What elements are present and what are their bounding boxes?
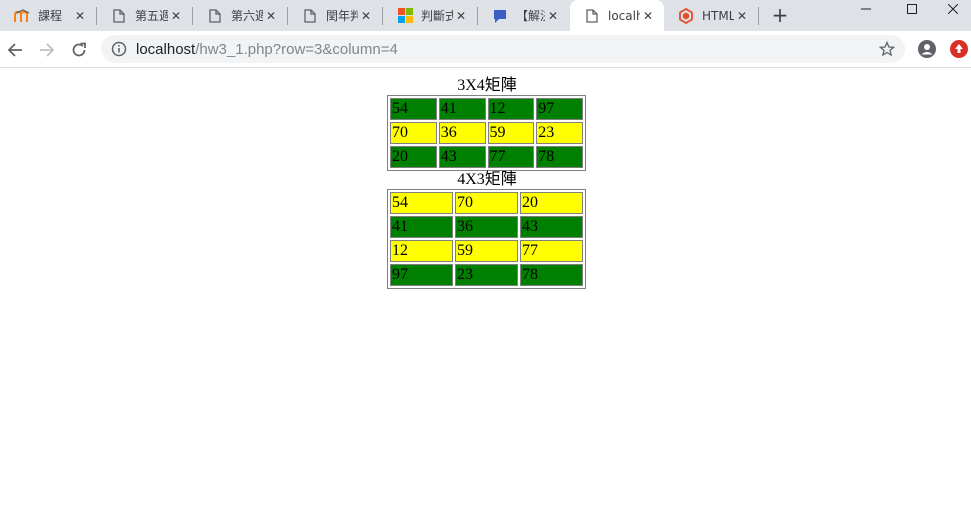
table-row: 54 41 12 97 [390,98,583,120]
tab-4[interactable]: 判斷式 ✕ [383,0,477,31]
close-icon[interactable]: ✕ [545,8,561,24]
maximize-icon[interactable] [889,0,935,18]
matrix-table: 54 70 20 41 36 43 12 59 77 97 23 78 [387,189,586,289]
matrix-cell: 59 [455,240,518,262]
table-row: 41 36 43 [390,216,583,238]
new-tab-button[interactable]: + [768,3,792,27]
matrix-cell: 43 [520,216,583,238]
table-row: 54 70 20 [390,192,583,214]
close-icon[interactable]: ✕ [358,8,374,24]
bookmark-star-icon[interactable] [879,41,895,57]
matrix-cell: 23 [536,122,583,144]
page-icon [207,8,223,24]
tab-7[interactable]: HTML ✕ [664,0,758,31]
matrix-caption: 3X4矩陣 [457,77,517,94]
matrix-cell: 41 [390,216,453,238]
page-icon [584,8,600,24]
profile-avatar-icon[interactable] [917,39,937,59]
matrix-cell: 12 [390,240,453,262]
address-bar[interactable]: localhost/hw3_1.php?row=3&column=4 [101,35,905,63]
browser-toolbar: localhost/hw3_1.php?row=3&column=4 [0,31,971,68]
tab-6-active[interactable]: localh ✕ [570,0,664,31]
url-path: /hw3_1.php?row=3&column=4 [195,40,398,58]
tab-title: 課程 [38,9,63,23]
page-icon [111,8,127,24]
page-icon [302,8,318,24]
tab-title: 閏年判 [326,9,358,23]
matrix-cell: 12 [487,98,535,120]
matrix-cell: 36 [438,122,486,144]
table-row: 70 36 59 23 [390,122,583,144]
extension-update-icon[interactable] [949,39,969,59]
tab-title: 第五週 [135,9,168,23]
matrix-caption: 4X3矩陣 [457,171,517,188]
close-icon[interactable]: ✕ [640,8,656,24]
tab-title: 判斷式 [421,9,453,23]
close-icon[interactable]: ✕ [734,8,750,24]
close-icon[interactable]: ✕ [263,8,279,24]
matrix-cell: 43 [438,146,486,168]
matrix-cell: 78 [520,264,583,286]
matrix-cell: 78 [536,146,583,168]
tab-2[interactable]: 第六週 ✕ [193,0,287,31]
table-row: 12 59 77 [390,240,583,262]
tab-title: HTML [702,8,734,23]
matrix-cell: 54 [390,192,453,214]
tab-title: 【解決 [516,9,545,23]
window-close-icon[interactable] [935,0,971,18]
matrix-table: 54 41 12 97 70 36 59 23 20 43 77 78 [387,95,586,171]
tab-1[interactable]: 第五週 ✕ [97,0,192,31]
chat-bubble-icon [492,8,508,24]
matrix-cell: 70 [390,122,437,144]
matrix-cell: 20 [390,146,437,168]
minimize-icon[interactable] [843,0,889,18]
tab-title: localh [608,8,640,23]
tab-0[interactable]: 課程 ✕ [0,0,96,31]
tab-5[interactable]: 【解決 ✕ [478,0,569,31]
matrix-cell: 77 [487,146,535,168]
matrix-cell: 59 [487,122,535,144]
moodle-icon [14,8,30,24]
matrix-cell: 41 [438,98,486,120]
matrix-cell: 97 [536,98,583,120]
matrix-cell: 20 [520,192,583,214]
info-icon[interactable] [111,41,127,57]
tab-3[interactable]: 閏年判 ✕ [288,0,382,31]
tab-separator [758,7,759,25]
html5-icon [678,7,694,24]
back-icon[interactable] [2,37,28,63]
matrix-3x4: 3X4矩陣 54 41 12 97 70 36 59 23 20 43 77 78 [387,77,587,171]
reload-icon[interactable] [66,37,92,63]
table-row: 20 43 77 78 [390,146,583,168]
close-icon[interactable]: ✕ [168,8,184,24]
close-icon[interactable]: ✕ [72,8,88,24]
microsoft-icon [397,8,413,24]
matrix-cell: 70 [455,192,518,214]
matrix-cell: 77 [520,240,583,262]
forward-icon[interactable] [34,37,60,63]
matrix-cell: 36 [455,216,518,238]
close-icon[interactable]: ✕ [453,8,469,24]
tab-strip: 課程 ✕ 第五週 ✕ 第六週 ✕ 閏年判 ✕ 判斷式 ✕ 【解 ✕ localh… [0,0,971,31]
matrix-4x3: 4X3矩陣 54 70 20 41 36 43 12 59 77 97 23 78 [387,171,587,289]
url-host: localhost [136,40,196,58]
tab-title: 第六週 [231,9,263,23]
matrix-cell: 97 [390,264,453,286]
matrix-cell: 23 [455,264,518,286]
page-content: 3X4矩陣 54 41 12 97 70 36 59 23 20 43 77 78 4X3矩陣 54 7… [0,68,971,526]
table-row: 97 23 78 [390,264,583,286]
matrix-cell: 54 [390,98,437,120]
